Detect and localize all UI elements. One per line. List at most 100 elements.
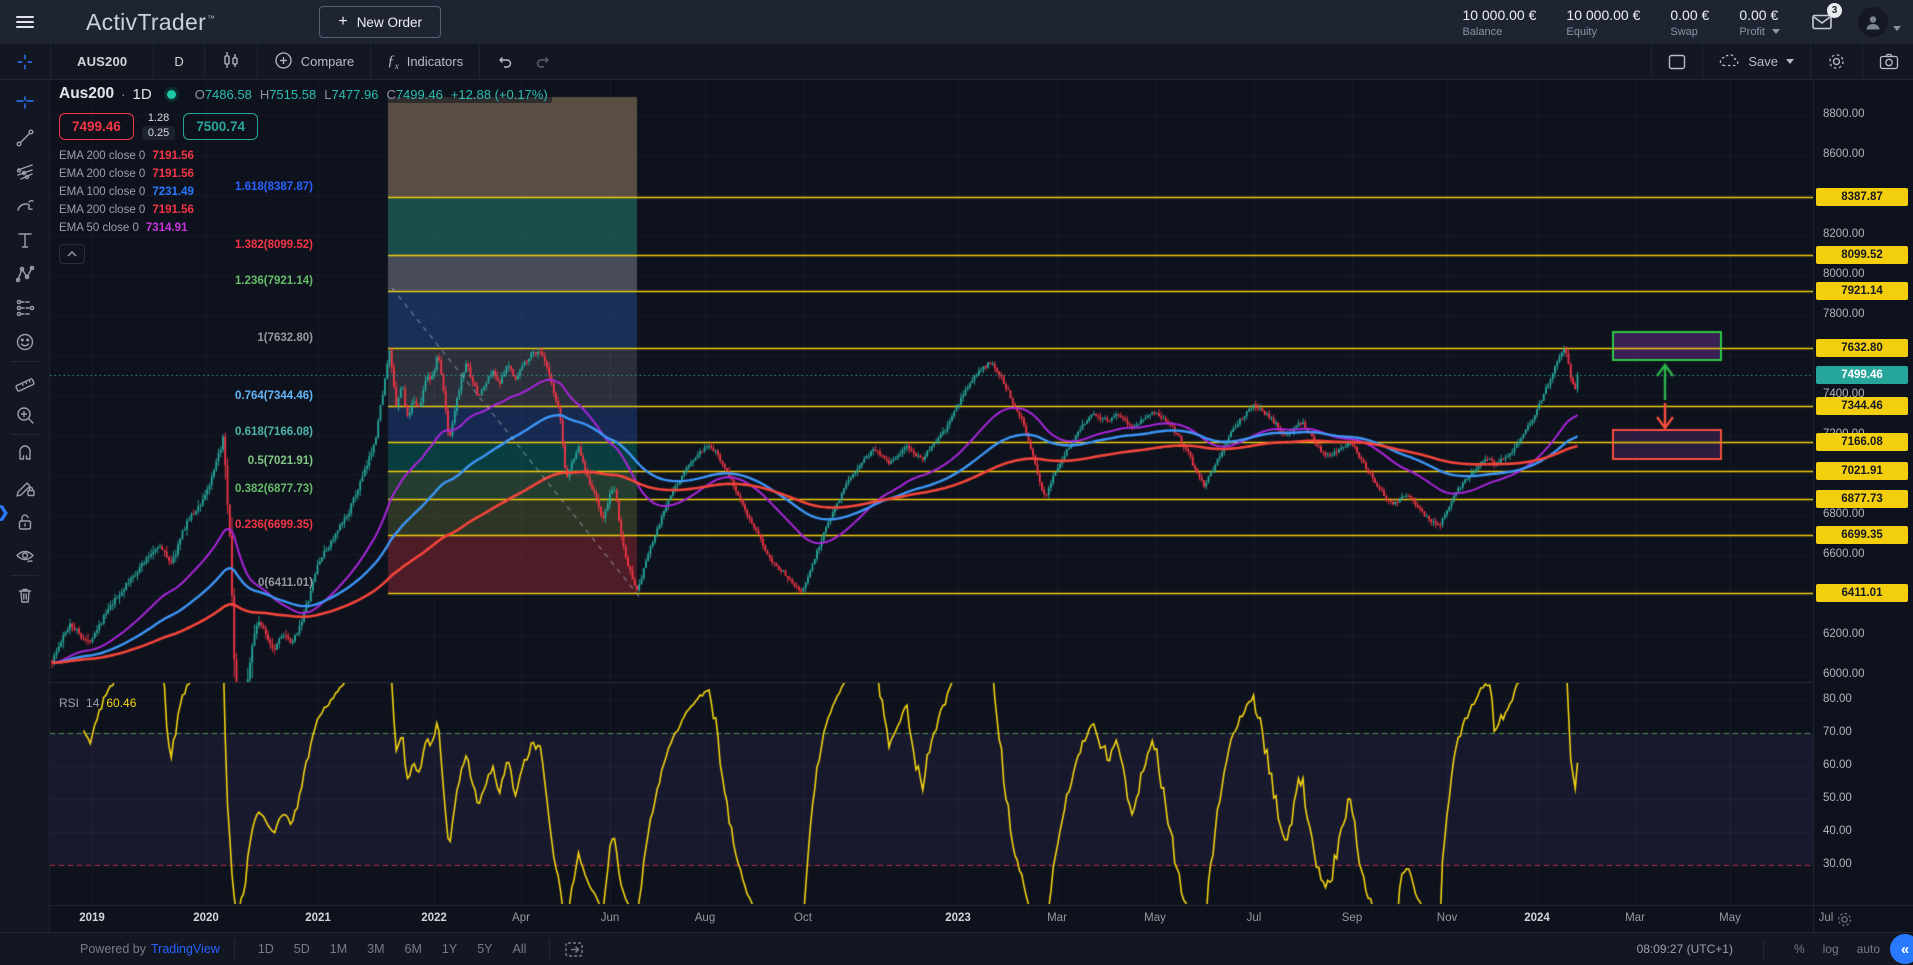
range-button[interactable]: 6M (396, 938, 431, 960)
sell-button[interactable]: 7499.46 (59, 113, 134, 140)
chart-style-button[interactable] (205, 44, 257, 79)
range-button[interactable]: 3M (358, 938, 393, 960)
ema-legend-row[interactable]: EMA 100 close 07231.49 (59, 186, 552, 198)
candlestick-icon (221, 50, 241, 73)
settings-button[interactable] (1811, 44, 1862, 79)
range-button[interactable]: 1Y (433, 938, 466, 960)
change-value: +12.88 (+0.17%) (451, 87, 548, 102)
range-button[interactable]: 5D (285, 938, 319, 960)
time-axis-label: 2023 (945, 912, 971, 924)
tradingview-link[interactable]: TradingView (151, 942, 220, 956)
rsi-tick: 80.00 (1823, 693, 1852, 705)
ema-legend-row[interactable]: EMA 200 close 07191.56 (59, 150, 552, 162)
trend-line-tool[interactable] (8, 121, 42, 155)
chart-toolbar: AUS200 D Compare ƒx Indicators (0, 44, 1913, 80)
new-order-button[interactable]: + New Order (319, 6, 441, 38)
chevron-down-icon (1786, 59, 1794, 64)
symbol-button[interactable]: AUS200 (51, 44, 153, 79)
ema-legend-row[interactable]: EMA 200 close 07191.56 (59, 168, 552, 180)
clock[interactable]: 08:09:27 (UTC+1) (1637, 942, 1733, 956)
time-axis-label: 2024 (1524, 912, 1550, 924)
text-tool[interactable] (8, 223, 42, 257)
hide-all-tool[interactable] (8, 539, 42, 573)
time-axis-label: Nov (1437, 912, 1457, 924)
rsi-tick: 60.00 (1823, 759, 1852, 771)
legend-interval[interactable]: 1D (133, 86, 152, 103)
menu-icon[interactable] (0, 13, 50, 31)
price-level-badge: 6699.35 (1816, 526, 1908, 544)
scale-button[interactable]: % (1794, 942, 1805, 956)
price-axis[interactable]: 8800.008600.008200.008000.007800.007400.… (1813, 80, 1913, 905)
fib-level-label: 0.236(6699.35) (50, 519, 313, 531)
activtrader-app: ActivTrader™ + New Order 10 000.00 €Bala… (0, 0, 1913, 965)
rsi-tick: 50.00 (1823, 792, 1852, 804)
measure-tool[interactable] (8, 364, 42, 398)
brush-tool[interactable] (8, 189, 42, 223)
plus-icon: + (338, 14, 347, 30)
chevron-down-icon[interactable] (1772, 29, 1780, 34)
ema-legend-row[interactable]: EMA 50 close 07314.91 (59, 222, 552, 234)
rsi-tick: 70.00 (1823, 726, 1852, 738)
watchlist-toggle-icon[interactable]: ❯ (0, 503, 10, 521)
fib-level-label: 0.5(7021.91) (50, 455, 313, 467)
screenshot-button[interactable] (1863, 44, 1913, 79)
time-axis-label: 2021 (305, 912, 331, 924)
range-button[interactable]: 1M (321, 938, 356, 960)
price-tick: 7800.00 (1823, 308, 1865, 320)
scale-button[interactable]: auto (1857, 942, 1880, 956)
notifications-button[interactable]: 3 (1810, 10, 1834, 34)
crosshair-mode-button[interactable] (0, 44, 50, 79)
redo-button[interactable] (530, 44, 568, 79)
price-level-badge: 6411.01 (1816, 584, 1908, 602)
rsi-tick: 40.00 (1823, 825, 1852, 837)
spread-values: 1.28 0.25 (142, 112, 175, 140)
forecast-tool[interactable] (8, 291, 42, 325)
pattern-tool[interactable] (8, 257, 42, 291)
price-tick: 6200.00 (1823, 628, 1865, 640)
compare-button[interactable]: Compare (258, 44, 370, 79)
powered-by: Powered byTradingView (80, 942, 220, 956)
fib-tools[interactable] (8, 155, 42, 189)
layout-button[interactable] (1652, 44, 1702, 79)
ema-legend-row[interactable]: EMA 200 close 07191.56 (59, 204, 552, 216)
magnet-tool[interactable] (8, 437, 42, 471)
goto-date-button[interactable] (564, 940, 584, 958)
remove-all-tool[interactable] (8, 578, 42, 612)
price-level-badge: 7344.46 (1816, 397, 1908, 415)
avatar (1858, 7, 1888, 37)
account-metric: 0.00 €Swap (1670, 7, 1709, 38)
buy-button[interactable]: 7500.74 (183, 113, 258, 140)
expand-panel-button[interactable]: « (1890, 934, 1913, 964)
legend-symbol[interactable]: Aus200 (59, 85, 114, 103)
lock-all-tool[interactable] (8, 505, 42, 539)
price-tick: 6600.00 (1823, 548, 1865, 560)
indicators-button[interactable]: ƒx Indicators (371, 44, 479, 79)
range-button[interactable]: All (504, 938, 536, 960)
drawing-mode-tool[interactable] (8, 471, 42, 505)
scale-button[interactable]: log (1823, 942, 1839, 956)
time-axis-label: Mar (1047, 912, 1067, 924)
time-axis[interactable]: 2019202020212022AprJunAugOct2023MarMayJu… (50, 905, 1813, 932)
circle-plus-icon (274, 51, 293, 73)
collapse-legend-button[interactable] (59, 244, 85, 264)
cloud-icon (1719, 52, 1740, 71)
time-axis-label: Mar (1625, 912, 1645, 924)
price-level-badge: 8099.52 (1816, 246, 1908, 264)
time-axis-label: Sep (1342, 912, 1362, 924)
gear-icon[interactable] (1836, 911, 1853, 928)
fib-level-label: 0.764(7344.46) (50, 390, 313, 402)
last-price-badge: 7499.46 (1816, 366, 1908, 384)
bottom-bar: Powered byTradingView 1D5D1M3M6M1Y5YAll … (0, 932, 1913, 965)
crosshair-tool[interactable] (8, 87, 42, 121)
chevron-down-icon (1893, 26, 1901, 31)
emoji-tool[interactable] (8, 325, 42, 359)
price-tick: 8600.00 (1823, 148, 1865, 160)
account-menu[interactable] (1858, 7, 1901, 37)
zoom-in-tool[interactable] (8, 398, 42, 432)
range-button[interactable]: 1D (249, 938, 283, 960)
range-button[interactable]: 5Y (468, 938, 501, 960)
save-button[interactable]: Save (1703, 44, 1810, 79)
undo-button[interactable] (480, 44, 530, 79)
interval-button[interactable]: D (154, 44, 203, 79)
rsi-tick: 30.00 (1823, 858, 1852, 870)
